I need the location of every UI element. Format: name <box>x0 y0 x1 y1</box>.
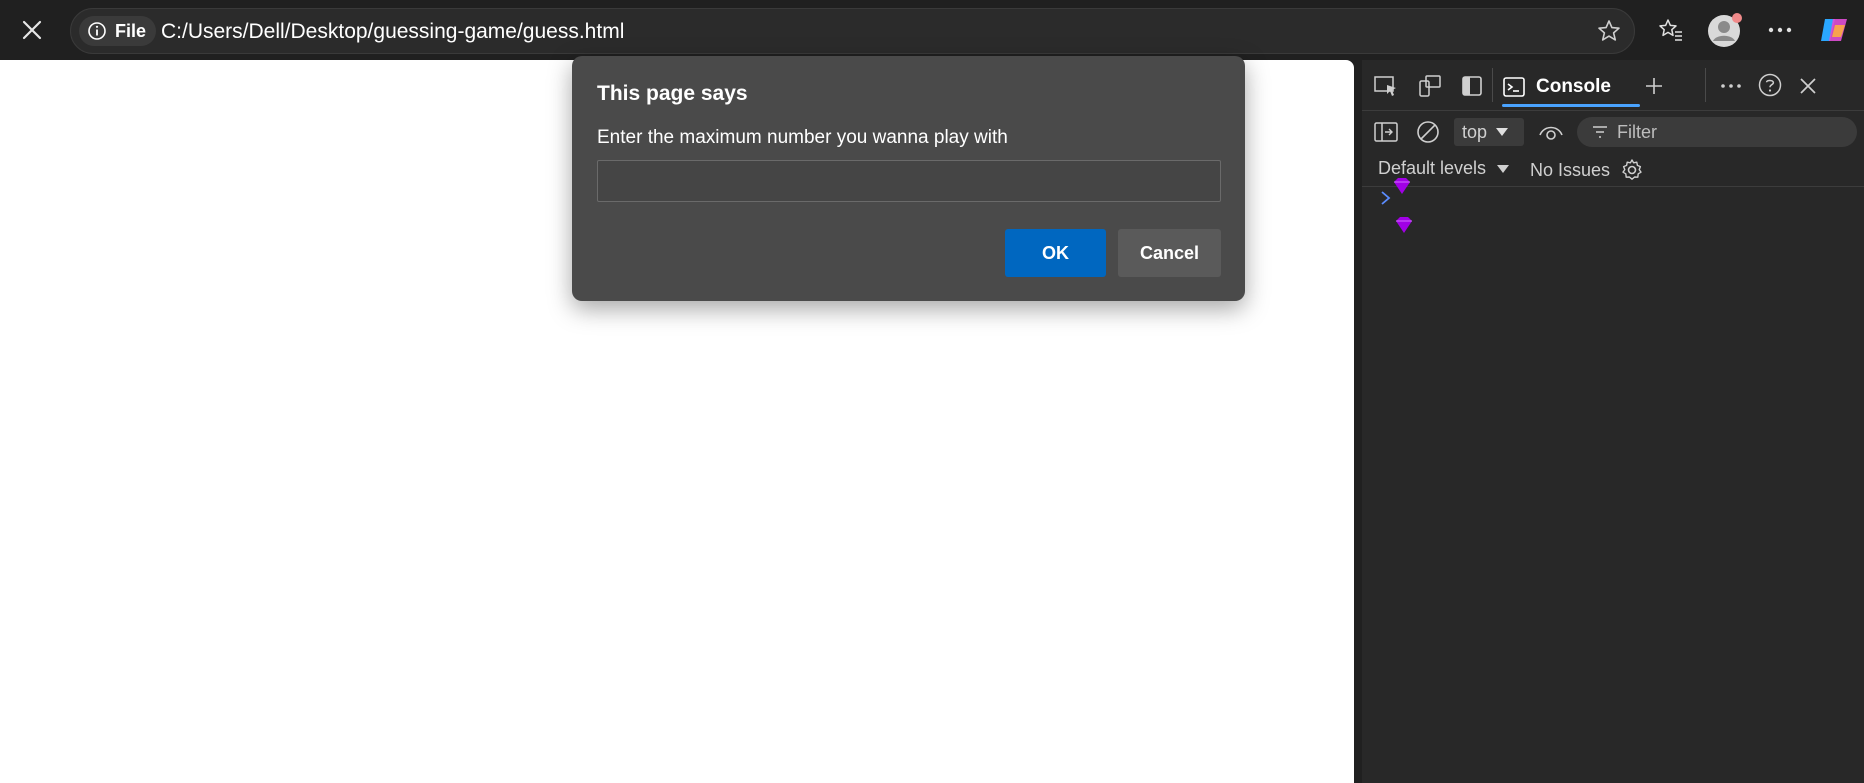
help-icon[interactable] <box>1755 70 1785 100</box>
tab-separator <box>1705 68 1706 102</box>
profile-avatar-icon[interactable] <box>1703 8 1747 52</box>
console-levels-bar: Default levels No Issues <box>1362 150 1864 187</box>
devtools-more-icon[interactable] <box>1717 72 1745 100</box>
add-tab-icon[interactable] <box>1640 72 1668 100</box>
gem-icon <box>1390 177 1414 200</box>
context-value: top <box>1462 121 1488 142</box>
clear-console-icon[interactable] <box>1414 118 1442 146</box>
ok-button[interactable]: OK <box>1005 229 1106 277</box>
cancel-button[interactable]: Cancel <box>1118 229 1221 277</box>
favorite-star-icon[interactable] <box>1596 18 1622 49</box>
dialog-message: Enter the maximum number you wanna play … <box>597 127 1008 148</box>
site-info-chip[interactable]: File <box>79 16 157 46</box>
dock-side-icon[interactable] <box>1458 72 1486 100</box>
filter-placeholder: Filter <box>1617 121 1657 142</box>
issues-counter[interactable]: No Issues <box>1530 158 1644 182</box>
sidebar-toggle-icon[interactable] <box>1372 118 1400 146</box>
devtools-tabbar: Console <box>1362 60 1864 111</box>
live-expression-eye-icon[interactable] <box>1537 118 1565 146</box>
devtools-resizer[interactable] <box>1354 60 1362 783</box>
console-tab-label: Console <box>1536 76 1611 97</box>
log-levels-dropdown[interactable]: Default levels <box>1378 158 1510 179</box>
dialog-title: This page says <box>597 82 748 105</box>
device-toolbar-icon[interactable] <box>1416 72 1444 100</box>
console-toolbar: top Filter <box>1362 110 1864 150</box>
filter-input[interactable]: Filter <box>1577 117 1857 147</box>
browser-toolbar: File C:/Users/Dell/Desktop/guessing-game… <box>0 0 1864 60</box>
chevron-down-icon <box>1496 128 1509 136</box>
more-menu-icon[interactable] <box>1758 8 1802 52</box>
filter-icon <box>1593 126 1607 138</box>
console-prompt-chevron-icon[interactable] <box>1380 190 1392 211</box>
inspect-element-icon[interactable] <box>1372 72 1400 100</box>
active-tab-indicator <box>1502 104 1640 107</box>
gem-icon <box>1392 216 1416 239</box>
info-icon <box>88 22 106 40</box>
chevron-down-icon <box>1497 164 1510 173</box>
issues-label: No Issues <box>1530 159 1611 180</box>
levels-label: Default levels <box>1378 158 1487 178</box>
close-devtools-icon[interactable] <box>1794 72 1822 100</box>
devtools-panel: Console top Filter Default levels No Iss… <box>1362 60 1864 783</box>
prompt-dialog: This page says Enter the maximum number … <box>572 56 1245 301</box>
dialog-input[interactable] <box>597 160 1221 202</box>
console-icon <box>1503 77 1525 97</box>
tab-console[interactable]: Console <box>1502 70 1611 104</box>
close-icon[interactable] <box>10 8 54 52</box>
copilot-icon[interactable] <box>1812 8 1856 52</box>
address-bar[interactable]: File C:/Users/Dell/Desktop/guessing-game… <box>70 8 1635 54</box>
context-selector[interactable]: top <box>1454 118 1524 146</box>
url-text[interactable]: C:/Users/Dell/Desktop/guessing-game/gues… <box>161 20 624 44</box>
gear-icon[interactable] <box>1620 158 1644 182</box>
browser-window: File C:/Users/Dell/Desktop/guessing-game… <box>0 0 1864 783</box>
site-chip-label: File <box>115 20 147 41</box>
tab-separator <box>1492 68 1493 102</box>
favorites-icon[interactable] <box>1649 8 1693 52</box>
